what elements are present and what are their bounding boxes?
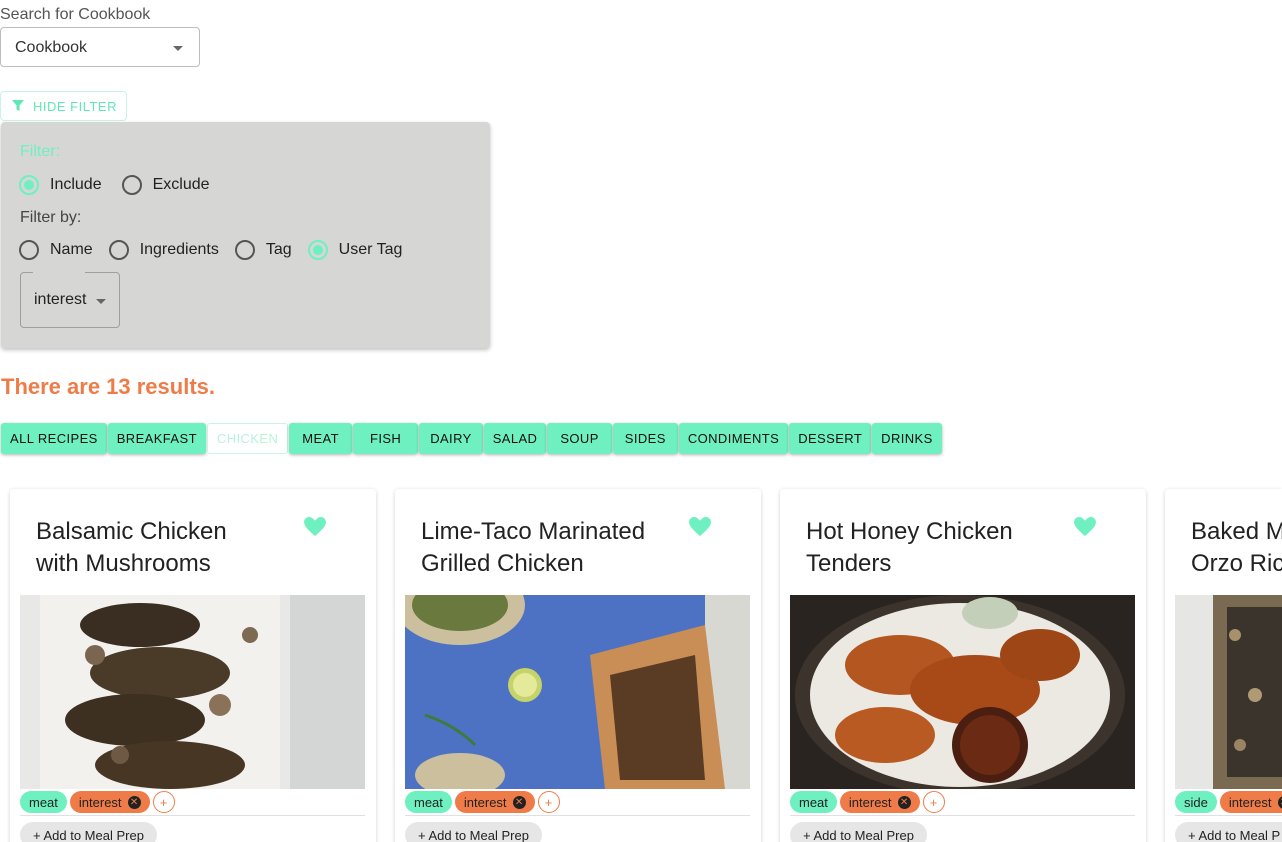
category-all-recipes[interactable]: ALL RECIPES [1,423,107,454]
add-to-meal-prep-button[interactable]: + Add to Meal Prep [20,822,157,842]
tag-chip-label: interest [1228,794,1272,810]
radio-include-circle[interactable] [19,175,39,195]
cookbook-select[interactable]: Cookbook [0,27,200,67]
remove-tag-icon[interactable]: ✕ [512,795,526,809]
select-notch [33,272,85,274]
radio-tag-circle[interactable] [234,240,255,260]
tag-chip-label: interest [463,794,507,810]
category-salad[interactable]: SALAD [483,423,547,454]
recipe-card[interactable]: Baked M Orzo Ric side interest ✕ + Add t… [1165,489,1282,842]
add-to-meal-prep-button[interactable]: + Add to Meal Prep [790,822,927,842]
category-bar: ALL RECIPES BREAKFAST CHICKEN MEAT FISH … [1,423,943,454]
radio-ingredients-circle[interactable] [108,240,129,260]
category-chicken[interactable]: CHICKEN [206,423,289,454]
remove-tag-icon[interactable]: ✕ [897,795,911,809]
hide-filter-button[interactable]: HIDE FILTER [0,91,127,121]
hide-filter-label: HIDE FILTER [33,98,117,114]
recipe-title[interactable]: Balsamic Chicken with Mushrooms [36,516,266,580]
add-tag-button[interactable]: + [922,791,945,813]
radio-exclude[interactable]: Exclude [121,175,210,195]
filter-panel: Filter: Include Exclude Filter by: Name … [1,122,490,348]
recipe-image[interactable] [405,595,750,789]
recipe-image[interactable] [1175,595,1282,789]
tag-row: meat interest ✕ + [405,791,560,813]
radio-name-circle[interactable] [19,240,39,260]
tag-chip-interest[interactable]: interest ✕ [839,791,920,813]
tag-chip-label: interest [78,794,122,810]
tag-row: side interest ✕ [1175,791,1282,813]
results-count: There are 13 results. [1,374,216,399]
heart-icon[interactable] [689,517,711,537]
recipe-title[interactable]: Lime-Taco Marinated Grilled Chicken [421,516,651,580]
card-divider [20,815,365,816]
filter-mode-group: Include Exclude [19,175,226,195]
radio-exclude-circle[interactable] [121,175,142,195]
tag-row: meat interest ✕ + [20,791,175,813]
category-condiments[interactable]: CONDIMENTS [678,423,789,454]
tag-chip-interest[interactable]: interest ✕ [69,791,150,813]
heart-icon[interactable] [1074,517,1096,537]
tag-chip[interactable]: meat [790,791,837,813]
recipe-title[interactable]: Hot Honey Chicken Tenders [806,516,1036,580]
category-dessert[interactable]: DESSERT [789,423,872,454]
radio-user-tag-label: User Tag [338,241,403,258]
user-tag-select[interactable]: interest [20,272,120,328]
filter-by-label: Filter by: [20,209,82,226]
filter-by-group: Name Ingredients Tag User Tag [19,240,418,260]
filter-icon [12,100,24,111]
radio-exclude-label: Exclude [152,176,210,193]
card-divider [790,815,1135,816]
category-breakfast[interactable]: BREAKFAST [107,423,206,454]
recipe-image[interactable] [20,595,365,789]
chevron-down-icon [96,299,106,304]
radio-tag[interactable]: Tag [234,240,292,260]
recipe-image[interactable] [790,595,1135,789]
radio-ingredients-label: Ingredients [139,241,219,258]
remove-tag-icon[interactable]: ✕ [127,795,141,809]
search-label: Search for Cookbook [0,6,151,23]
category-drinks[interactable]: DRINKS [872,423,942,454]
cookbook-select-value: Cookbook [15,39,88,56]
tag-chip-interest[interactable]: interest ✕ [454,791,535,813]
recipe-title[interactable]: Baked M Orzo Ric [1191,516,1282,580]
add-to-meal-prep-button[interactable]: + Add to Meal P [1175,822,1282,842]
heart-icon[interactable] [304,517,326,537]
add-tag-button[interactable]: + [537,791,560,813]
radio-name[interactable]: Name [19,240,93,260]
filter-title: Filter: [20,143,60,160]
tag-chip[interactable]: meat [20,791,67,813]
radio-tag-label: Tag [265,241,292,258]
radio-ingredients[interactable]: Ingredients [108,240,219,260]
add-tag-button[interactable]: + [152,791,175,813]
category-soup[interactable]: SOUP [547,423,612,454]
category-meat[interactable]: MEAT [289,423,352,454]
tag-row: meat interest ✕ + [790,791,945,813]
tag-chip[interactable]: meat [405,791,452,813]
radio-name-label: Name [50,241,93,258]
remove-tag-icon[interactable]: ✕ [1277,795,1282,809]
radio-include-label: Include [50,176,102,193]
card-divider [405,815,750,816]
tag-chip[interactable]: side [1175,791,1217,813]
tag-chip-label: interest [848,794,892,810]
recipe-card[interactable]: Balsamic Chicken with Mushrooms meat int… [10,489,376,842]
card-divider [1175,815,1282,816]
radio-user-tag[interactable]: User Tag [307,240,403,260]
chevron-down-icon [173,46,183,51]
category-dairy[interactable]: DAIRY [419,423,483,454]
radio-include[interactable]: Include [19,175,102,195]
tag-chip-interest[interactable]: interest ✕ [1219,791,1282,813]
radio-user-tag-circle[interactable] [307,240,328,260]
category-sides[interactable]: SIDES [612,423,678,454]
recipe-card[interactable]: Lime-Taco Marinated Grilled Chicken meat… [395,489,761,842]
category-fish[interactable]: FISH [352,423,419,454]
recipe-card[interactable]: Hot Honey Chicken Tenders meat interest … [780,489,1146,842]
user-tag-select-value: interest [34,291,87,308]
add-to-meal-prep-button[interactable]: + Add to Meal Prep [405,822,542,842]
